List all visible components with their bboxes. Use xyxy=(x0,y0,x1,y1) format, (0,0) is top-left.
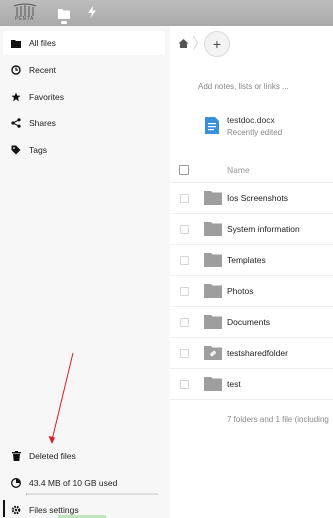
row-checkbox[interactable] xyxy=(180,287,189,296)
sidebar-item-label: Recent xyxy=(29,65,56,75)
select-all-checkbox[interactable] xyxy=(179,165,189,175)
document-icon[interactable] xyxy=(205,117,219,134)
plus-icon: + xyxy=(212,36,222,52)
sidebar-item-shares[interactable]: Shares xyxy=(3,111,165,135)
trash-icon xyxy=(3,451,29,461)
folder-icon xyxy=(204,191,222,205)
row-checkbox[interactable] xyxy=(180,380,189,389)
name-column-header[interactable]: Name xyxy=(227,165,250,175)
sidebar-item-label: All files xyxy=(29,38,56,48)
sidebar-item-recent[interactable]: Recent xyxy=(3,58,165,82)
logo-text: PENTA xyxy=(15,16,34,22)
sidebar-item-label: Shares xyxy=(29,118,56,128)
recent-file-name[interactable]: testdoc.docx xyxy=(227,115,275,125)
folder-icon xyxy=(204,253,222,267)
file-name[interactable]: Templates xyxy=(227,255,266,265)
file-name[interactable]: test xyxy=(227,379,241,389)
row-checkbox[interactable] xyxy=(180,225,189,234)
file-name[interactable]: Documents xyxy=(227,317,270,327)
star-icon xyxy=(3,92,29,102)
quota-progress-bar xyxy=(26,493,158,495)
folder-icon xyxy=(204,284,222,298)
row-checkbox[interactable] xyxy=(180,318,189,327)
sidebar-item-favorites[interactable]: Favorites xyxy=(3,85,165,109)
gear-icon xyxy=(3,505,29,515)
lightning-icon[interactable] xyxy=(86,5,98,19)
sidebar-item-deleted-files[interactable]: Deleted files xyxy=(3,444,165,468)
quota-progress-fill xyxy=(26,493,28,495)
quota-text: 43.4 MB of 10 GB used xyxy=(29,478,118,488)
table-row[interactable]: Templates xyxy=(170,245,333,276)
row-checkbox[interactable] xyxy=(180,256,189,265)
new-button[interactable]: + xyxy=(204,31,230,57)
table-row[interactable]: test xyxy=(170,369,333,400)
recent-file-meta: Recently edited xyxy=(227,128,283,137)
breadcrumb-separator-icon xyxy=(193,35,198,51)
file-name[interactable]: Ios Screenshots xyxy=(227,193,288,203)
table-row[interactable]: System information xyxy=(170,214,333,245)
files-settings-label: Files settings xyxy=(29,505,79,515)
share-icon xyxy=(3,118,29,128)
text-cursor xyxy=(3,500,5,517)
tag-icon xyxy=(3,145,29,155)
file-name[interactable]: testsharedfolder xyxy=(227,348,288,358)
active-app-indicator xyxy=(61,21,67,24)
sidebar-item-quota: 43.4 MB of 10 GB used xyxy=(3,471,165,495)
files-summary: 7 folders and 1 file (including xyxy=(227,415,329,424)
sidebar-item-all-files[interactable]: All files xyxy=(3,31,165,55)
shared-folder-icon xyxy=(204,346,222,360)
file-name[interactable]: Photos xyxy=(227,286,253,296)
notes-input[interactable]: Add notes, lists or links ... xyxy=(198,82,289,91)
row-checkbox[interactable] xyxy=(180,349,189,358)
folder-icon xyxy=(204,315,222,329)
row-checkbox[interactable] xyxy=(180,194,189,203)
sidebar-item-label: Tags xyxy=(29,145,47,155)
table-row[interactable]: Photos xyxy=(170,276,333,307)
file-name[interactable]: System information xyxy=(227,224,300,234)
home-icon[interactable] xyxy=(178,38,189,49)
table-row[interactable]: testsharedfolder xyxy=(170,338,333,369)
top-header: PENTA xyxy=(0,0,333,26)
files-content: + Add notes, lists or links ... testdoc.… xyxy=(170,26,333,518)
table-row[interactable]: Ios Screenshots xyxy=(170,183,333,214)
app-navigation: All files Recent Favorites Shares Tags D… xyxy=(0,26,170,518)
folder-icon xyxy=(204,377,222,391)
sidebar-item-tags[interactable]: Tags xyxy=(3,138,165,162)
sidebar-item-label: Favorites xyxy=(29,92,64,102)
folder-icon xyxy=(3,39,29,48)
deleted-files-label: Deleted files xyxy=(29,451,76,461)
clock-icon xyxy=(3,65,29,75)
folder-icon xyxy=(204,222,222,236)
table-row[interactable]: Documents xyxy=(170,307,333,338)
pie-chart-icon xyxy=(3,478,29,488)
row-divider xyxy=(170,399,333,400)
